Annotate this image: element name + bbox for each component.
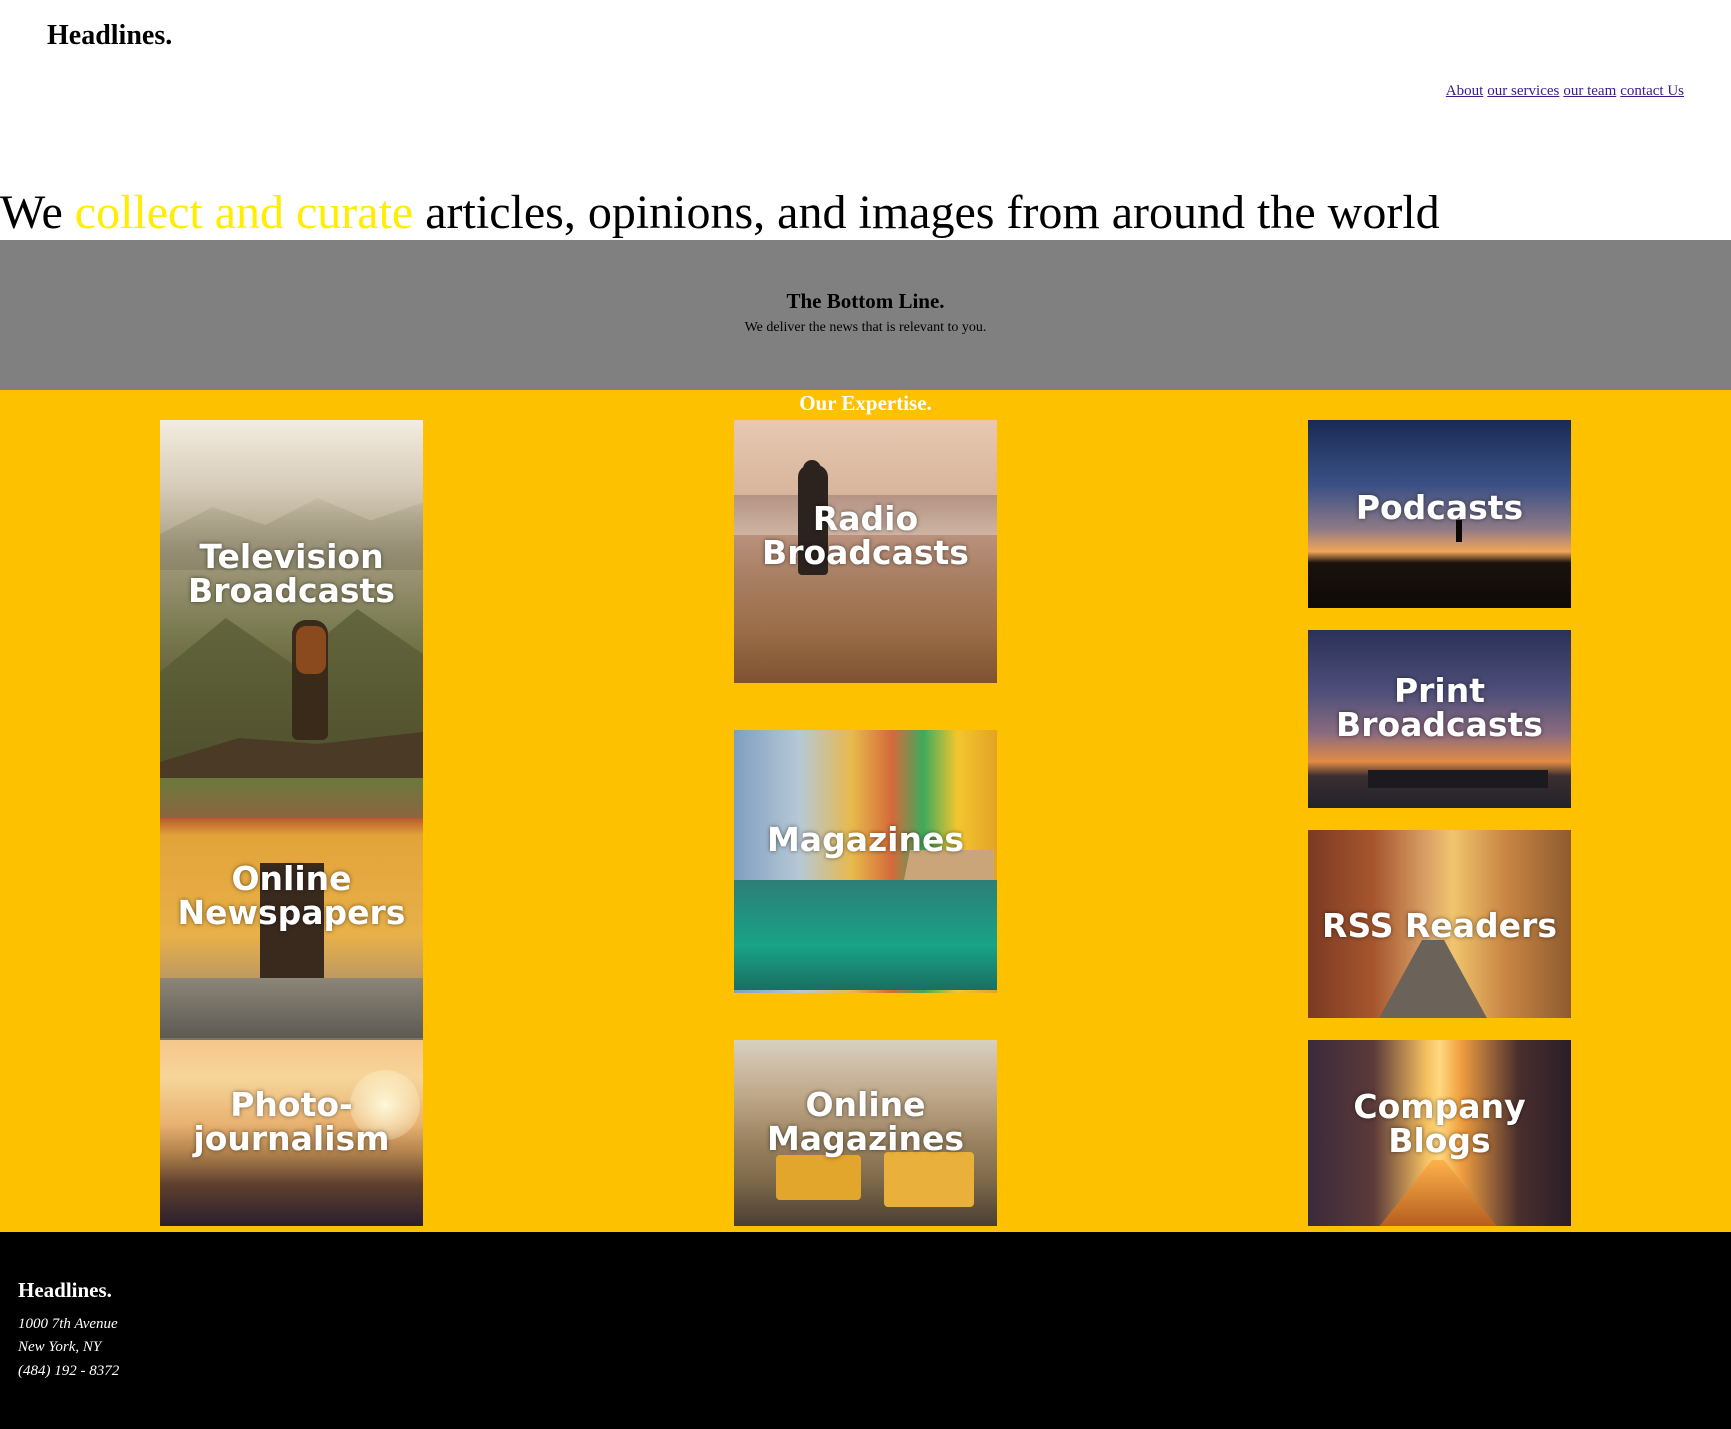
tile-photojournalism[interactable]: Photo-journalism — [160, 1040, 423, 1226]
tile-label: Magazines — [766, 820, 965, 860]
bottom-line-subtitle: We deliver the news that is relevant to … — [744, 320, 987, 335]
footer-address-line1: 1000 7th Avenue — [18, 1316, 118, 1332]
site-logo[interactable]: Headlines. — [47, 20, 172, 52]
tile-print-broadcasts[interactable]: Print Broadcasts — [1308, 630, 1571, 808]
tile-photo-steps — [160, 978, 423, 1038]
tile-photo-tram — [884, 1152, 974, 1207]
tile-label: RSS Readers — [1322, 905, 1557, 945]
tile-rss-readers[interactable]: RSS Readers — [1308, 830, 1571, 1018]
hero-highlight: collect and curate — [74, 186, 414, 239]
tile-photo-street — [1378, 940, 1488, 1018]
tile-label: Television Broadcasts — [188, 536, 395, 610]
tile-online-magazines[interactable]: Online Magazines — [734, 1040, 997, 1226]
footer-address-line2: New York, NY — [18, 1339, 102, 1355]
site-header: Headlines. About our services our team c… — [0, 0, 1731, 150]
nav-link-services[interactable]: our services — [1487, 83, 1559, 100]
footer-phone: (484) 192 - 8372 — [18, 1363, 120, 1379]
nav-link-about[interactable]: About — [1446, 83, 1484, 100]
tile-magazines[interactable]: Magazines — [734, 730, 997, 993]
expertise-section: Our Expertise. Television Broadcasts Onl… — [0, 390, 1731, 1232]
tile-label: Online Newspapers — [177, 858, 406, 932]
hero-prefix: We — [0, 186, 75, 239]
tile-label: Photo-journalism — [193, 1084, 390, 1158]
nav-link-contact[interactable]: contact Us — [1620, 83, 1684, 100]
footer-logo: Headlines. — [18, 1278, 112, 1302]
tile-photo-roof — [160, 778, 423, 818]
tile-company-blogs[interactable]: Company Blogs — [1308, 1040, 1571, 1226]
bottom-line-section: The Bottom Line. We deliver the news tha… — [0, 240, 1731, 390]
main-nav: About our services our team contact Us — [1446, 83, 1684, 100]
bottom-line-title: The Bottom Line. — [786, 289, 945, 313]
tile-label: Radio Broadcasts — [762, 498, 969, 572]
tile-online-newspapers[interactable]: Online Newspapers — [160, 778, 423, 1040]
tile-podcasts[interactable]: Podcasts — [1308, 420, 1571, 608]
tile-television-broadcasts[interactable]: Television Broadcasts — [160, 420, 423, 778]
tile-photo-tram — [776, 1155, 861, 1200]
tile-photo-person-head — [803, 460, 821, 478]
tile-photo-road — [1378, 1160, 1498, 1226]
tile-label: Podcasts — [1355, 488, 1524, 528]
tile-photo-pier — [1368, 770, 1548, 788]
site-footer: Headlines. 1000 7th Avenue New York, NY … — [0, 1232, 1731, 1429]
tile-label: Company Blogs — [1353, 1086, 1526, 1160]
hero-tagline: We collect and curate articles, opinions… — [0, 185, 1440, 241]
tile-radio-broadcasts[interactable]: Radio Broadcasts — [734, 420, 997, 683]
tile-label: Print Broadcasts — [1336, 671, 1543, 745]
tile-photo-canal — [734, 880, 997, 990]
tile-label: Online Magazines — [766, 1084, 965, 1158]
expertise-title: Our Expertise. — [799, 391, 932, 415]
nav-link-team[interactable]: our team — [1563, 83, 1616, 100]
tile-photo-backpack — [296, 626, 326, 674]
hero-suffix: articles, opinions, and images from arou… — [413, 186, 1440, 239]
